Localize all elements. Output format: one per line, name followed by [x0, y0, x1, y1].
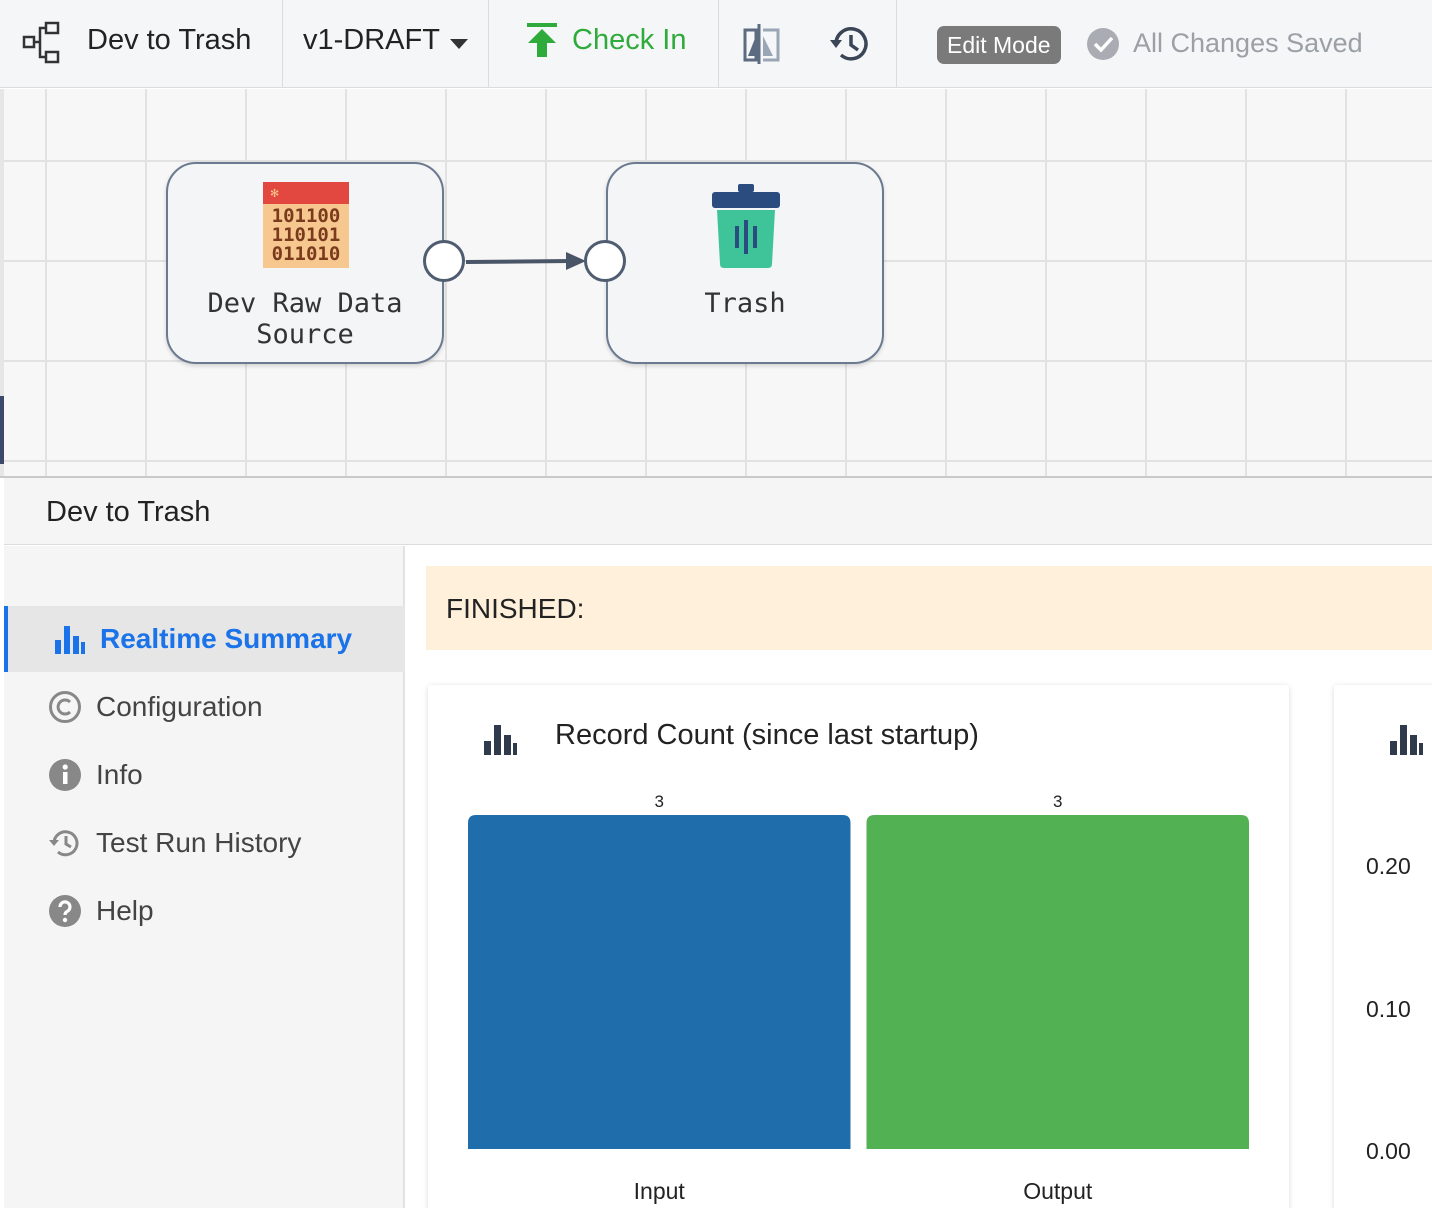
sidebar: Realtime Summary Configuration Info Test… [4, 546, 405, 1208]
history-icon [49, 830, 79, 857]
stage-node-dev-raw-data-source[interactable]: ✻ 101100 110101 011010 Dev Raw Data Sour… [166, 162, 444, 364]
version-selector[interactable]: v1-DRAFT [303, 24, 440, 57]
y-tick-label: 0.10 [1366, 996, 1411, 1022]
x-category-label: Output [1023, 1178, 1093, 1204]
pipeline-canvas[interactable]: ✻ 101100 110101 011010 Dev Raw Data Sour… [4, 89, 1432, 477]
pipeline-name: Dev to Trash [87, 24, 252, 56]
check-in-label: Check In [572, 23, 687, 56]
bar-chart-icon [55, 626, 85, 654]
status-banner: FINISHED: [426, 566, 1432, 650]
bar-data-label: 3 [1053, 792, 1062, 811]
edit-mode-badge: Edit Mode [937, 26, 1061, 64]
sidebar-item-info[interactable]: Info [4, 742, 405, 808]
stage-label: Dev Raw Data [207, 288, 403, 319]
sidebar-item-realtime-summary[interactable]: Realtime Summary [4, 606, 405, 672]
y-tick-label: 0.20 [1366, 853, 1411, 879]
toolbar-divider [718, 0, 719, 88]
panel-title: Dev to Trash [46, 496, 211, 528]
toolbar: Dev to Trash v1-DRAFT Check In Edit Mode… [0, 0, 1432, 88]
sidebar-item-label: Configuration [96, 691, 263, 722]
output-port[interactable] [423, 240, 465, 282]
trash-icon [712, 184, 780, 268]
toolbar-divider [488, 0, 489, 88]
sidebar-item-label: Info [96, 759, 143, 790]
second-chart-card: 0.20 0.10 0.00 [1334, 685, 1432, 1208]
panel-header: Dev to Trash [4, 478, 1432, 545]
bar-input[interactable] [468, 815, 851, 1149]
svg-text:✻: ✻ [270, 187, 279, 200]
bar-output[interactable] [866, 815, 1250, 1149]
stage-label: Source [256, 319, 354, 350]
save-status: All Changes Saved [1133, 28, 1363, 58]
status-text: FINISHED: [446, 593, 585, 624]
bar-chart-icon [1390, 725, 1423, 755]
sidebar-item-label: Realtime Summary [100, 623, 353, 654]
pipeline-icon [22, 21, 60, 64]
main-content: FINISHED: Record Count (since last start… [406, 546, 1432, 1208]
input-port[interactable] [584, 240, 626, 282]
copyright-c-icon [49, 691, 81, 723]
toolbar-divider [896, 0, 897, 88]
info-icon [49, 759, 81, 791]
check-circle-icon [1087, 28, 1119, 60]
check-in-button[interactable]: Check In [526, 22, 686, 58]
stage-node-trash[interactable]: Trash [606, 162, 884, 364]
bar-data-label: 3 [655, 792, 664, 811]
sidebar-item-label: Help [96, 895, 154, 926]
y-tick-label: 0.00 [1366, 1138, 1411, 1164]
svg-text:011010: 011010 [272, 243, 341, 265]
sidebar-item-test-run-history[interactable]: Test Run History [4, 810, 405, 876]
chevron-down-icon[interactable] [450, 39, 468, 49]
question-icon [49, 895, 81, 927]
record-count-card: Record Count (since last startup) 3 Input… [428, 685, 1289, 1208]
sidebar-item-help[interactable]: Help [4, 878, 405, 944]
sidebar-item-configuration[interactable]: Configuration [4, 674, 405, 740]
stage-label: Trash [704, 288, 786, 319]
upload-arrow-icon [527, 23, 557, 57]
record-count-chart: 3 Input 3 Output [468, 792, 1250, 1204]
connector-arrow-icon [566, 252, 586, 270]
toolbar-divider [282, 0, 283, 88]
compare-icon[interactable] [742, 22, 782, 66]
binary-data-icon: ✻ 101100 110101 011010 [263, 182, 349, 268]
sidebar-item-label: Test Run History [96, 827, 302, 858]
history-icon[interactable] [828, 22, 872, 66]
stage-connector[interactable] [465, 259, 573, 264]
x-category-label: Input [634, 1178, 686, 1204]
